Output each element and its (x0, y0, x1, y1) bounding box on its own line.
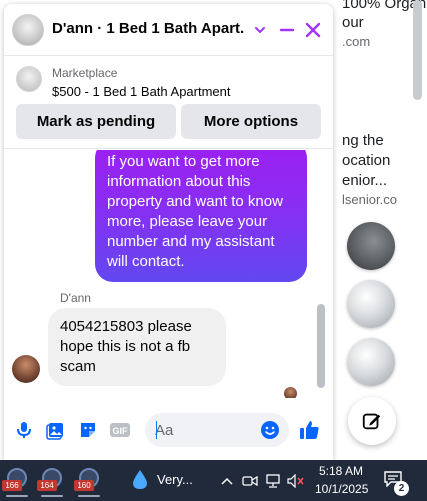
running-indicator (41, 495, 63, 497)
thumbs-up-icon[interactable] (297, 418, 321, 442)
chat-title[interactable]: D'ann · 1 Bed 1 Bath Apart... (52, 20, 244, 37)
svg-text:GIF: GIF (113, 426, 129, 436)
clock-date[interactable]: 10/1/2025 (315, 482, 368, 496)
chevron-up-icon[interactable] (218, 472, 236, 490)
close-icon[interactable] (301, 18, 325, 42)
microphone-icon[interactable] (12, 418, 36, 442)
ad-snippet-line[interactable]: ocation (342, 151, 390, 170)
volume-muted-icon[interactable] (287, 472, 305, 490)
sender-avatar[interactable] (12, 355, 40, 383)
minimize-icon[interactable] (275, 18, 299, 42)
notification-count-badge: 164 (37, 480, 57, 491)
page-scrollbar[interactable] (413, 0, 422, 100)
weather-text[interactable]: Very... (157, 472, 193, 487)
chat-window: D'ann · 1 Bed 1 Bath Apart... Marketplac… (4, 4, 333, 460)
ad-snippet-domain: .com (342, 34, 371, 49)
weather-widget[interactable] (131, 469, 149, 496)
taskbar: 166 164 160 Very... 5:18 AM 10/1/2025 2 (0, 460, 427, 501)
chat-header[interactable]: D'ann · 1 Bed 1 Bath Apart... (4, 4, 333, 56)
contact-avatar[interactable] (12, 14, 44, 46)
sticker-icon[interactable] (76, 418, 100, 442)
taskbar-app[interactable]: 160 (72, 463, 106, 497)
running-indicator (78, 495, 100, 497)
listing-title[interactable]: $500 - 1 Bed 1 Bath Apartment (52, 84, 231, 99)
received-message-bubble[interactable]: 4054215803 please hope this is not a fb … (48, 308, 226, 386)
clock-time[interactable]: 5:18 AM (319, 464, 363, 478)
ad-snippet-line[interactable]: enior... (342, 171, 387, 190)
sender-name: D'ann (60, 291, 91, 305)
gif-icon[interactable]: GIF (108, 418, 132, 442)
notification-count-badge: 2 (394, 481, 409, 496)
compose-icon (362, 413, 381, 430)
seen-indicator-avatar (284, 387, 297, 398)
ad-snippet-line[interactable]: ng the (342, 131, 384, 150)
network-icon[interactable] (264, 472, 282, 490)
ad-snippet-domain: lsenior.co (342, 192, 397, 207)
message-list: If you want to get more information abou… (4, 150, 333, 398)
emoji-icon[interactable] (258, 418, 282, 442)
notification-count-badge: 166 (2, 480, 22, 491)
raindrop-icon (133, 470, 147, 489)
marketplace-listing-bar: Marketplace $500 - 1 Bed 1 Bath Apartmen… (4, 57, 333, 149)
sent-message-bubble[interactable]: If you want to get more information abou… (95, 150, 307, 282)
photo-icon[interactable] (44, 418, 68, 442)
marketplace-label: Marketplace (52, 66, 118, 80)
chevron-down-icon[interactable] (248, 18, 272, 42)
message-scrollbar[interactable] (317, 304, 325, 388)
text-caret (156, 421, 157, 439)
listing-thumbnail[interactable] (16, 66, 42, 92)
chat-head-avatar[interactable] (347, 338, 395, 386)
chat-head-avatar[interactable] (347, 280, 395, 328)
taskbar-app[interactable]: 164 (35, 463, 69, 497)
new-message-button[interactable] (348, 397, 396, 445)
ad-snippet-line[interactable]: our (342, 13, 364, 32)
message-composer: GIF (4, 402, 333, 460)
chat-head-avatar[interactable] (347, 222, 395, 270)
meet-now-icon[interactable] (241, 472, 259, 490)
taskbar-app[interactable]: 166 (0, 463, 34, 497)
running-indicator (6, 495, 28, 497)
notification-count-badge: 160 (74, 480, 94, 491)
mark-as-pending-button[interactable]: Mark as pending (16, 104, 176, 139)
more-options-button[interactable]: More options (181, 104, 321, 139)
